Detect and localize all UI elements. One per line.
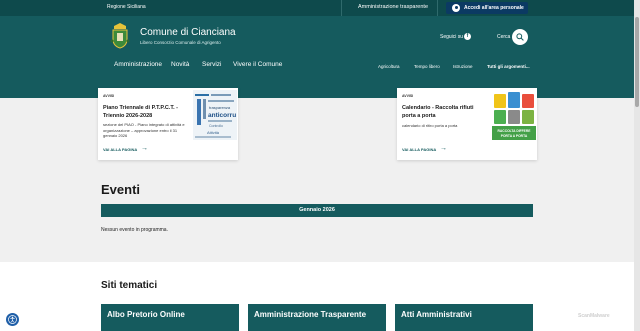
card-kicker: AVVISI [103, 94, 115, 98]
search-button[interactable] [512, 29, 528, 45]
topic-tempo-libero[interactable]: Tempo libero [414, 64, 440, 69]
card-title[interactable]: Calendario - Raccolta rifiuti porta a po… [402, 104, 488, 120]
events-title: Eventi [101, 182, 141, 197]
site-subtitle: Libero Consorzio Comunale di Agrigento [140, 40, 221, 45]
image-word: anticorru [208, 112, 236, 119]
watermark: ScanMalware [578, 313, 610, 319]
card-description: sezione del PIAO - Piano integrato di at… [103, 122, 185, 138]
user-icon [452, 4, 460, 12]
nav-vivere-il-comune[interactable]: Vivere il Comune [233, 61, 282, 68]
crest-icon[interactable] [110, 23, 130, 49]
theme-card-albo[interactable]: Albo Pretorio Online [101, 304, 239, 331]
no-events-text: Nessun evento in programma. [101, 227, 168, 233]
search-label: Cerca [497, 34, 511, 40]
site-title[interactable]: Comune di Cianciana [140, 27, 236, 38]
card-kicker: AVVISI [402, 94, 414, 98]
divider [437, 0, 438, 16]
login-button[interactable]: Accedi all'area personale [446, 2, 528, 14]
theme-card-label: Amministrazione Trasparente [254, 310, 367, 319]
top-bar: Regione Siciliana Amministrazione traspa… [0, 0, 640, 16]
search-icon [516, 33, 524, 41]
image-word: Attività [207, 130, 220, 135]
recycling-bins-image: RACCOLTA DIFFERE PORTA A PORTA [492, 90, 536, 140]
card-title[interactable]: Piano Triennale di P.T.P.C.T. - Triennio… [103, 104, 189, 120]
month-bar: Gennaio 2026 [101, 204, 533, 217]
region-link[interactable]: Regione Siciliana [107, 4, 146, 10]
image-caption: PORTA A PORTA [501, 134, 528, 138]
accessibility-icon [8, 315, 17, 324]
news-card: AVVISI Piano Triennale di P.T.P.C.T. - T… [98, 88, 238, 160]
facebook-icon[interactable]: f [464, 33, 471, 40]
nav-amministrazione[interactable]: Amministrazione [114, 61, 162, 68]
topic-istruzione[interactable]: Istruzione [453, 64, 473, 69]
nav-novita[interactable]: Novità [171, 61, 189, 68]
scrollbar[interactable] [634, 0, 640, 331]
card-link[interactable]: VAI ALLA PAGINA [103, 147, 137, 152]
topic-all[interactable]: Tutti gli argomenti... [487, 64, 530, 69]
image-word: trasparenza [209, 105, 231, 110]
news-card: AVVISI Calendario - Raccolta rifiuti por… [397, 88, 537, 160]
login-label: Accedi all'area personale [464, 5, 524, 11]
image-word: Controllo [209, 124, 223, 128]
follow-label: Seguici su [440, 34, 464, 40]
admin-transparent-link[interactable]: Amministrazione trasparente [358, 4, 428, 10]
divider [341, 0, 342, 16]
theme-card-label: Atti Amministrativi [401, 310, 472, 319]
scrollbar-thumb[interactable] [635, 17, 639, 107]
word-cloud-image: trasparenza anticorru Controllo Attività [193, 90, 237, 140]
card-link[interactable]: VAI ALLA PAGINA [402, 147, 436, 152]
site-header: Comune di Cianciana Libero Consorzio Com… [0, 16, 640, 98]
theme-card-label: Albo Pretorio Online [107, 310, 185, 319]
theme-card-trasparenza[interactable]: Amministrazione Trasparente [248, 304, 386, 331]
accessibility-button[interactable] [6, 313, 19, 326]
arrow-right-icon[interactable]: → [440, 145, 447, 152]
card-description: calendario di ritiro porta a porta [402, 123, 458, 128]
theme-card-atti[interactable]: Atti Amministrativi [395, 304, 533, 331]
image-caption: RACCOLTA DIFFERE [498, 129, 532, 133]
topic-agricoltura[interactable]: Agricoltura [378, 64, 400, 69]
themes-title: Siti tematici [101, 280, 158, 291]
nav-servizi[interactable]: Servizi [202, 61, 222, 68]
arrow-right-icon[interactable]: → [141, 145, 148, 152]
